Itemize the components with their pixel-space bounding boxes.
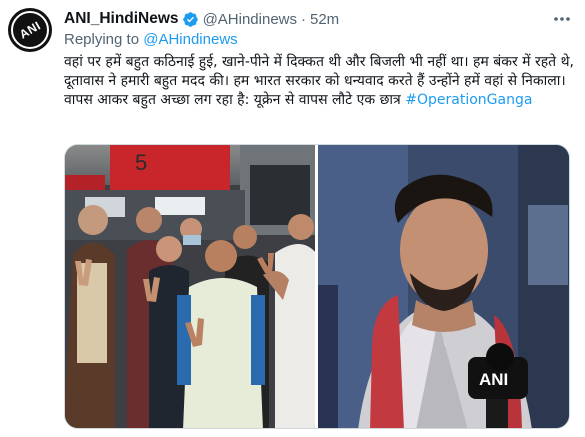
media-grid: 5 ANI xyxy=(64,144,570,429)
separator-dot: · xyxy=(301,10,306,28)
handle[interactable]: @AHindinews xyxy=(203,11,297,28)
tweet-text: वहां पर हमें बहुत कठिनाई हुई, खाने-पीने … xyxy=(64,53,574,110)
photo-student-interview[interactable]: ANI xyxy=(318,145,569,428)
ani-logo: ANI xyxy=(11,11,49,49)
more-horizontal-icon[interactable] xyxy=(551,10,573,28)
avatar[interactable]: ANI xyxy=(8,8,52,52)
reply-prefix: Replying to xyxy=(64,31,140,48)
board-number: 5 xyxy=(135,150,147,175)
tweet[interactable]: ANI ANI_HindiNews @AHindinews · 52m Repl… xyxy=(0,0,585,437)
reply-handle-link[interactable]: @AHindinews xyxy=(143,31,237,48)
hashtag-link[interactable]: #OperationGanga xyxy=(405,92,532,108)
replying-to: Replying to @AHindinews xyxy=(64,31,238,48)
ani-mic-logo: ANI xyxy=(479,370,508,389)
tweet-header: ANI_HindiNews @AHindinews · 52m xyxy=(64,9,339,29)
display-name[interactable]: ANI_HindiNews xyxy=(64,10,179,28)
verified-badge-icon xyxy=(182,11,199,28)
photo-group-students[interactable]: 5 xyxy=(65,145,316,428)
avatar-logo-text: ANI xyxy=(16,18,44,42)
timestamp[interactable]: 52m xyxy=(310,11,339,28)
